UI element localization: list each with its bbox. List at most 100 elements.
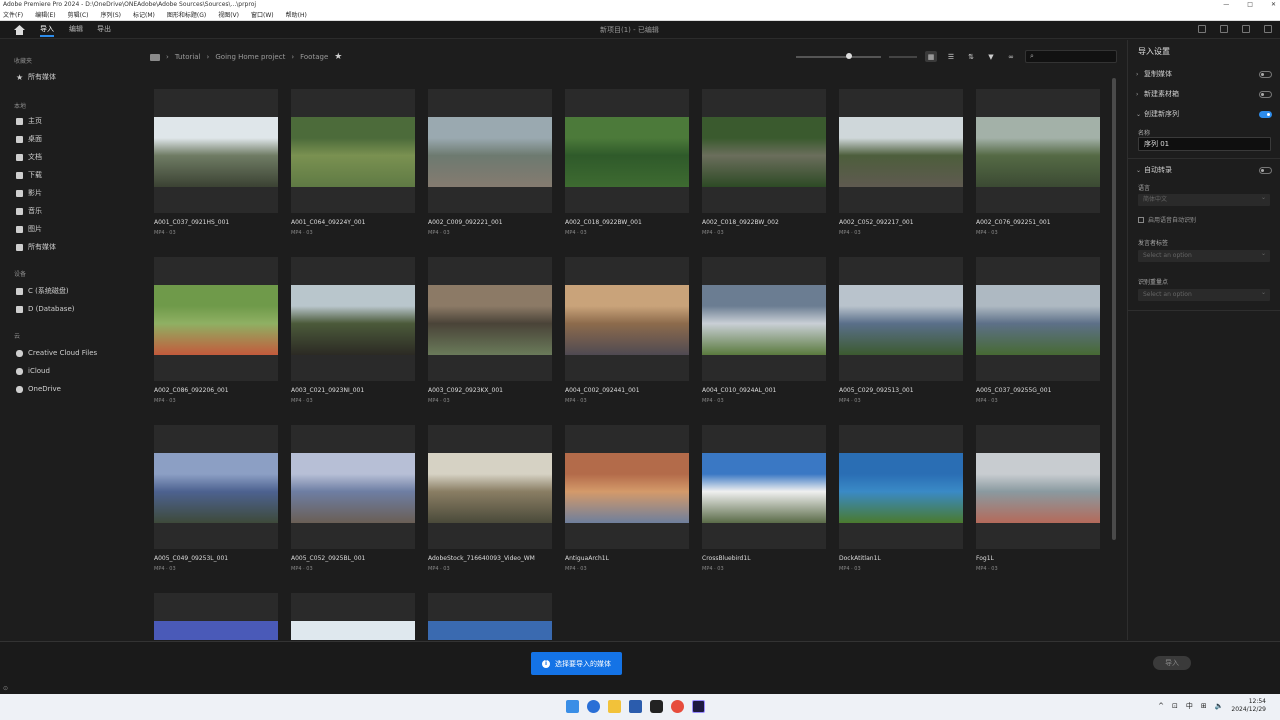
menu-edit[interactable]: 编辑(E) [35,10,55,20]
clip-card[interactable] [565,425,689,549]
clip-thumbnail[interactable] [428,285,552,355]
panel-icon[interactable] [1220,25,1228,33]
clip-thumbnail[interactable] [839,453,963,523]
recognition-select[interactable]: Select an option [1138,287,1270,301]
app-icon[interactable] [650,700,663,713]
scrollbar[interactable] [1112,78,1116,540]
clip-card[interactable] [839,257,963,381]
speech-recognition-checkbox[interactable]: 启用语音自动识别 [1138,215,1196,224]
menu-view[interactable]: 视图(V) [218,10,239,20]
sidebar-item-creative-cloud[interactable]: Creative Cloud Files [16,348,97,358]
search-input[interactable]: ⌕ [1025,50,1117,63]
menu-file[interactable]: 文件(F) [3,10,23,20]
chrome-icon[interactable] [671,700,684,713]
speaker-select[interactable]: Select an option [1138,248,1270,262]
clip-thumbnail[interactable] [976,285,1100,355]
word-icon[interactable] [629,700,642,713]
file-explorer-icon[interactable] [608,700,621,713]
clip-thumbnail[interactable] [565,117,689,187]
premiere-pro-icon[interactable] [692,700,705,713]
sidebar-item-all-media-fav[interactable]: ★ 所有媒体 [16,72,56,82]
clip-card[interactable] [291,425,415,549]
clip-thumbnail[interactable] [291,621,415,640]
filter-icon[interactable]: ▼ [985,51,997,62]
tray-app-icon[interactable]: ⊡ [1172,702,1178,710]
clip-thumbnail[interactable] [702,453,826,523]
clip-thumbnail[interactable] [839,117,963,187]
clip-card[interactable] [154,425,278,549]
menu-clip[interactable]: 剪辑(C) [68,10,89,20]
sidebar-item-drive-d[interactable]: D (Database) [16,304,74,314]
sidebar-item-documents[interactable]: 文档 [16,152,42,162]
fullscreen-icon[interactable] [1264,25,1272,33]
auto-transcribe-toggle[interactable] [1259,166,1272,174]
clip-thumbnail[interactable] [976,117,1100,187]
sidebar-item-pictures[interactable]: 图片 [16,224,42,234]
new-bin-row[interactable]: › 新建素材箱 [1136,89,1272,99]
clip-thumbnail[interactable] [428,117,552,187]
folder-icon[interactable] [150,53,160,61]
list-view-icon[interactable]: ☰ [945,51,957,62]
close-button[interactable]: ✕ [1271,0,1276,10]
language-select[interactable]: 简体中文 [1138,192,1270,206]
grid-view-icon[interactable]: ▦ [925,51,937,62]
new-bin-toggle[interactable] [1259,90,1272,98]
clip-card[interactable] [702,425,826,549]
edge-icon[interactable] [587,700,600,713]
sidebar-item-onedrive[interactable]: OneDrive [16,384,61,394]
clip-thumbnail[interactable] [565,285,689,355]
create-sequence-row[interactable]: ⌄ 创建新序列 [1136,109,1272,119]
clip-card[interactable] [976,425,1100,549]
clip-thumbnail[interactable] [428,621,552,640]
clock[interactable]: 12:54 2024/12/29 [1231,698,1266,714]
clip-card[interactable] [702,89,826,213]
input-method-icon[interactable]: 中 [1186,701,1193,711]
menu-help[interactable]: 帮助(H) [286,10,307,20]
import-button[interactable]: 导入 [1153,656,1191,670]
clip-thumbnail[interactable] [291,285,415,355]
clip-card[interactable] [154,89,278,213]
sidebar-item-home[interactable]: 主页 [16,116,42,126]
sidebar-item-all-media[interactable]: 所有媒体 [16,242,56,252]
copy-media-row[interactable]: › 复制媒体 [1136,69,1272,79]
menu-graphics[interactable]: 图形和标题(G) [167,10,206,20]
create-sequence-toggle[interactable] [1259,110,1272,118]
clip-thumbnail[interactable] [976,453,1100,523]
clip-card[interactable] [565,257,689,381]
link-icon[interactable]: ∞ [1005,51,1017,62]
menu-sequence[interactable]: 序列(S) [101,10,122,20]
clip-thumbnail[interactable] [565,453,689,523]
clip-thumbnail[interactable] [839,285,963,355]
breadcrumb-footage[interactable]: Footage [300,53,328,61]
clip-card[interactable] [702,257,826,381]
clip-thumbnail[interactable] [702,117,826,187]
clip-thumbnail[interactable] [702,285,826,355]
clip-card[interactable] [428,89,552,213]
clip-thumbnail[interactable] [154,453,278,523]
menu-window[interactable]: 窗口(W) [251,10,274,20]
sidebar-item-movies[interactable]: 影片 [16,188,42,198]
clip-card[interactable] [976,257,1100,381]
menu-markers[interactable]: 标记(M) [133,10,155,20]
clip-card[interactable] [428,593,552,640]
clip-thumbnail[interactable] [291,117,415,187]
home-icon[interactable] [14,25,25,35]
volume-icon[interactable]: 🔈 [1215,702,1224,710]
sidebar-item-icloud[interactable]: iCloud [16,366,50,376]
sidebar-item-downloads[interactable]: 下载 [16,170,42,180]
tray-chevron-icon[interactable]: ^ [1158,702,1164,710]
copy-media-toggle[interactable] [1259,70,1272,78]
sidebar-item-drive-c[interactable]: C (系统磁盘) [16,286,69,296]
sidebar-item-desktop[interactable]: 桌面 [16,134,42,144]
sort-icon[interactable]: ⇅ [965,51,977,62]
workspace-icon[interactable] [1242,25,1250,33]
clip-card[interactable] [428,425,552,549]
auto-transcribe-row[interactable]: ⌄ 自动转录 [1136,165,1272,175]
maximize-button[interactable]: □ [1247,0,1253,10]
clip-card[interactable] [428,257,552,381]
tab-export[interactable]: 导出 [97,24,111,34]
star-icon[interactable]: ★ [334,52,342,62]
breadcrumb-going-home[interactable]: Going Home project [215,53,285,61]
clip-card[interactable] [839,89,963,213]
clip-card[interactable] [976,89,1100,213]
